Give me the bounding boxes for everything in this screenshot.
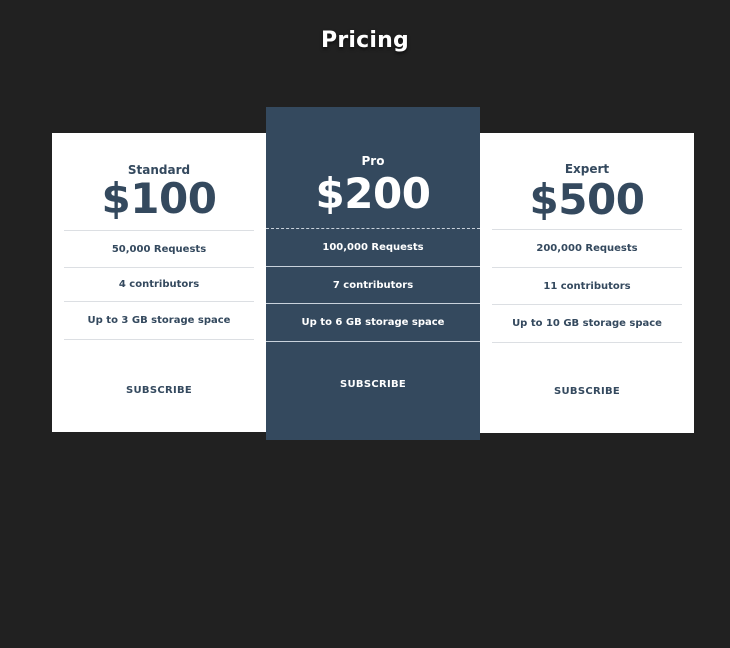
feature-requests: 200,000 Requests (492, 230, 682, 268)
feature-contributors: 4 contributors (64, 268, 254, 302)
feature-storage: Up to 3 GB storage space (64, 302, 254, 340)
pricing-card-standard: Standard $100 50,000 Requests 4 contribu… (52, 133, 266, 432)
feature-contributors: 11 contributors (492, 268, 682, 305)
subscribe-button-expert[interactable]: SUBSCRIBE (546, 382, 628, 401)
feature-list: 50,000 Requests 4 contributors Up to 3 G… (64, 230, 254, 340)
feature-requests: 100,000 Requests (266, 229, 480, 267)
feature-requests: 50,000 Requests (64, 231, 254, 268)
feature-list: 100,000 Requests 7 contributors Up to 6 … (266, 228, 480, 342)
subscribe-button-pro[interactable]: SUBSCRIBE (332, 375, 414, 394)
feature-storage: Up to 10 GB storage space (492, 305, 682, 343)
page-title: Pricing (321, 28, 409, 53)
pricing-card-expert: Expert $500 200,000 Requests 11 contribu… (480, 133, 694, 433)
feature-list: 200,000 Requests 11 contributors Up to 1… (492, 229, 682, 343)
subscribe-button-standard[interactable]: SUBSCRIBE (118, 381, 200, 400)
plan-price: $100 (101, 174, 217, 223)
plan-name: Expert (564, 162, 610, 176)
feature-contributors: 7 contributors (266, 267, 480, 304)
pricing-card-pro: Pro $200 100,000 Requests 7 contributors… (266, 107, 480, 440)
plan-price: $500 (529, 175, 645, 224)
plan-price: $200 (315, 169, 431, 218)
plan-name: Pro (361, 154, 385, 168)
feature-storage: Up to 6 GB storage space (266, 304, 480, 342)
